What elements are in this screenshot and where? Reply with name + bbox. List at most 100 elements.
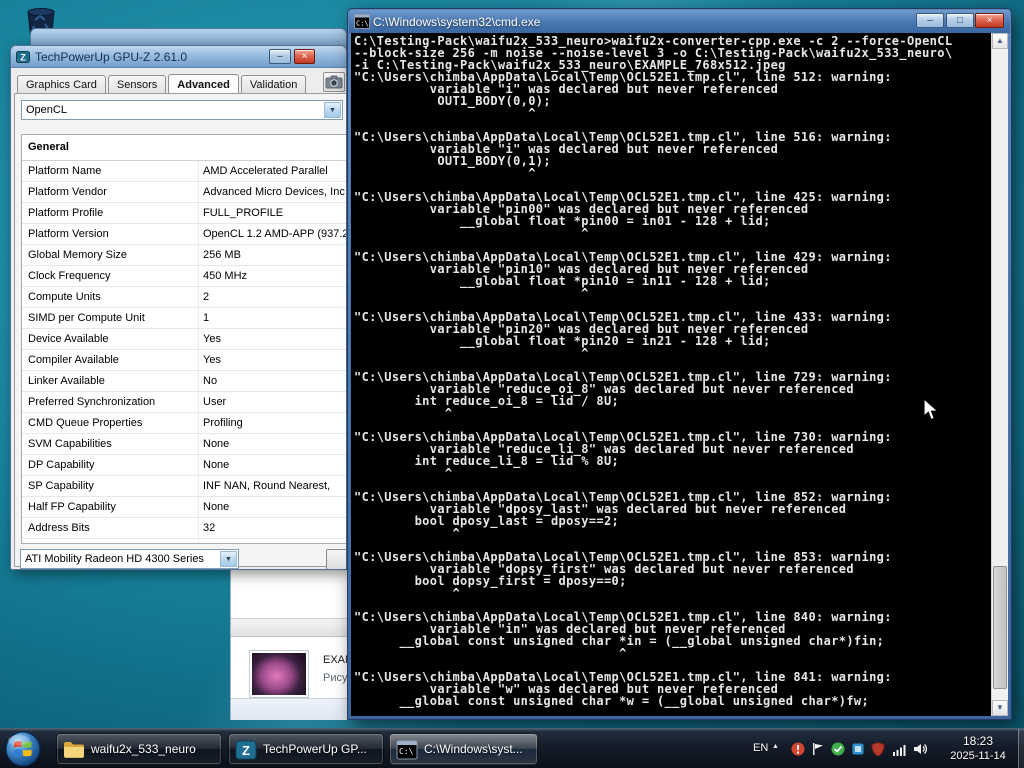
table-row: SIMD per Compute Unit 1 xyxy=(22,308,346,329)
tray-shield-icon[interactable] xyxy=(870,741,886,757)
show-desktop-button[interactable] xyxy=(1018,729,1024,768)
file-thumbnail[interactable] xyxy=(249,650,309,698)
table-row: Platform Vendor Advanced Micro Devices, I… xyxy=(22,182,346,203)
scrollbar-thumb[interactable] xyxy=(993,565,1007,689)
cmd-close-button[interactable]: × xyxy=(975,13,1004,28)
tray-antivirus-icon[interactable] xyxy=(830,741,846,757)
desktop: EXAMPLE_768x512 Рисунок JPEG Z TechPower… xyxy=(0,0,1024,768)
table-row: Half FP Capability None xyxy=(22,497,346,518)
taskbar-item-label: C:\Windows\syst... xyxy=(424,742,523,756)
file-name-label: EXAMPLE_768x512 xyxy=(323,654,347,666)
taskbar-item-cmd[interactable]: C:\ C:\Windows\syst... xyxy=(389,733,538,765)
folder-icon xyxy=(64,742,84,758)
gpuz-logo-icon: Z xyxy=(16,51,30,63)
chevron-down-icon[interactable]: ▼ xyxy=(220,551,237,567)
row-value: OpenCL 1.2 AMD-APP (937.2 xyxy=(203,228,347,240)
row-label: Half FP Capability xyxy=(28,501,116,513)
device-selector-dropdown[interactable]: ATI Mobility Radeon HD 4300 Series ▼ xyxy=(20,549,239,569)
action-center-flag-icon[interactable] xyxy=(810,741,826,757)
row-value: AMD Accelerated Parallel xyxy=(203,165,328,177)
file-type-label: Рисунок JPEG xyxy=(323,672,347,684)
table-row: Address Bits 32 xyxy=(22,518,346,539)
network-icon[interactable] xyxy=(892,741,908,757)
taskbar-item-gpuz[interactable]: Z TechPowerUp GP... xyxy=(228,733,384,765)
table-row: Preferred Synchronization User xyxy=(22,392,346,413)
row-value: No xyxy=(203,375,218,387)
explorer-window-fragment: EXAMPLE_768x512 Рисунок JPEG xyxy=(230,570,347,720)
svg-text:C:\: C:\ xyxy=(356,20,369,28)
table-row: CMD Queue Properties Profiling xyxy=(22,413,346,434)
gpuz-close-button[interactable]: × xyxy=(294,49,315,64)
start-button[interactable] xyxy=(4,730,42,768)
gpuz-tab-strip: Graphics Card Sensors Advanced Validation xyxy=(17,74,308,94)
tab-advanced[interactable]: Advanced xyxy=(168,74,239,93)
mouse-cursor xyxy=(923,398,939,421)
row-label: SP Capability xyxy=(28,480,94,492)
row-label: Platform Version xyxy=(28,228,109,240)
gpuz-window: Z TechPowerUp GPU-Z 2.61.0 – × Graphics … xyxy=(10,45,347,570)
svg-text:Z: Z xyxy=(20,53,26,63)
console-scrollbar[interactable]: ▲ ▼ xyxy=(991,33,1008,716)
cmd-titlebar[interactable]: C:\ C:\Windows\system32\cmd.exe – □ × xyxy=(349,10,1010,33)
scroll-down-icon[interactable]: ▼ xyxy=(992,700,1008,716)
opencl-section-dropdown[interactable]: OpenCL ▼ xyxy=(21,100,343,120)
row-label: Platform Vendor xyxy=(28,186,107,198)
row-value: 2 xyxy=(203,291,210,303)
tab-sensors[interactable]: Sensors xyxy=(107,75,167,93)
row-value: Yes xyxy=(203,333,221,345)
row-label: Clock Frequency xyxy=(28,270,111,282)
row-value: None xyxy=(203,501,230,513)
thumbnail-image xyxy=(252,653,306,695)
row-label: SVM Capabilities xyxy=(28,438,112,450)
row-value: Profiling xyxy=(203,417,243,429)
table-row: Platform Version OpenCL 1.2 AMD-APP (937.… xyxy=(22,224,346,245)
cmd-icon: C:\ xyxy=(396,740,418,760)
row-value: 256 MB xyxy=(203,249,241,261)
table-row: SVM Capabilities None xyxy=(22,434,346,455)
gpuz-titlebar[interactable]: Z TechPowerUp GPU-Z 2.61.0 – × xyxy=(11,46,346,68)
chevron-down-icon[interactable]: ▼ xyxy=(324,102,341,118)
row-label: SIMD per Compute Unit xyxy=(28,312,145,324)
screenshot-camera-button[interactable] xyxy=(323,72,345,92)
volume-icon[interactable] xyxy=(912,741,928,757)
tab-graphics-card[interactable]: Graphics Card xyxy=(17,75,106,93)
tray-update-icon[interactable] xyxy=(790,741,806,757)
row-label: Linker Available xyxy=(28,375,105,387)
row-value: Yes xyxy=(203,354,221,366)
gpuz-window-title: TechPowerUp GPU-Z 2.61.0 xyxy=(35,50,188,64)
row-label: Compiler Available xyxy=(28,354,119,366)
tray-app-icon[interactable] xyxy=(850,741,866,757)
table-row: Clock Frequency 450 MHz xyxy=(22,266,346,287)
windows-logo-icon xyxy=(5,731,41,767)
svg-text:Z: Z xyxy=(242,743,250,758)
table-row: Global Memory Size 256 MB xyxy=(22,245,346,266)
language-indicator[interactable]: EN xyxy=(753,742,768,754)
row-label: DP Capability xyxy=(28,459,95,471)
cmd-maximize-button[interactable]: □ xyxy=(946,13,974,28)
table-row: Device Available Yes xyxy=(22,329,346,350)
taskbar-clock[interactable]: 18:23 2025-11-14 xyxy=(938,734,1018,762)
row-label: Address Bits xyxy=(28,522,90,534)
explorer-scrollbar-fragment[interactable] xyxy=(231,618,347,637)
row-label: Device Available xyxy=(28,333,109,345)
table-row: Linker Available No xyxy=(22,371,346,392)
explorer-statusbar-fragment xyxy=(231,698,347,720)
tab-validation[interactable]: Validation xyxy=(240,75,307,93)
gpuz-minimize-button[interactable]: – xyxy=(269,49,291,64)
table-row: Platform Profile FULL_PROFILE xyxy=(22,203,346,224)
cmd-minimize-button[interactable]: – xyxy=(916,13,944,28)
table-row: DP Capability None xyxy=(22,455,346,476)
row-label: Global Memory Size xyxy=(28,249,128,261)
row-label: Platform Name xyxy=(28,165,102,177)
cmd-window: C:\ C:\Windows\system32\cmd.exe – □ × C:… xyxy=(347,8,1012,720)
row-value: 32 xyxy=(203,522,216,534)
row-value: 450 MHz xyxy=(203,270,248,282)
svg-text:C:\: C:\ xyxy=(399,747,414,756)
row-value: 1 xyxy=(203,312,210,324)
row-value: None xyxy=(203,459,230,471)
show-hidden-icons-button[interactable]: ▲ xyxy=(772,743,779,750)
gpuz-close-button-fragment[interactable] xyxy=(326,549,346,569)
device-selector-value: ATI Mobility Radeon HD 4300 Series xyxy=(25,553,204,565)
scroll-up-icon[interactable]: ▲ xyxy=(992,33,1008,49)
taskbar-item-waifu2x-folder[interactable]: waifu2x_533_neuro xyxy=(56,733,222,765)
